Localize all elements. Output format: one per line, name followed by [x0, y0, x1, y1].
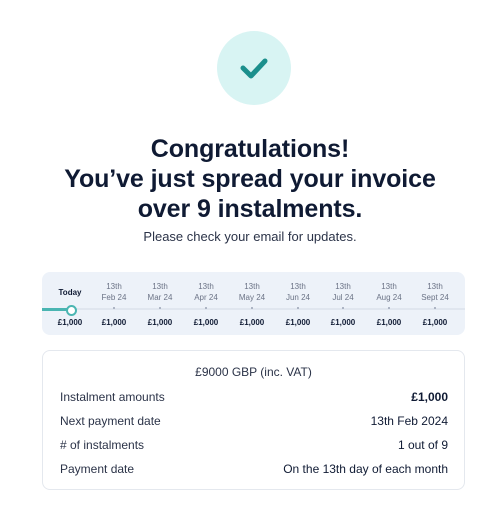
row-value: 13th Feb 2024 — [370, 414, 448, 428]
slot-day: 13th — [427, 282, 443, 291]
check-icon — [240, 58, 268, 79]
slot-day: 13th — [335, 282, 351, 291]
slot-day: 13th — [198, 282, 214, 291]
slot-amount: £1,000 — [330, 318, 356, 327]
slot-dot — [342, 307, 344, 309]
title-line-2: You’ve just spread your invoice — [64, 165, 436, 193]
row-label: Next payment date — [60, 414, 161, 428]
email-notice: Please check your email for updates. — [143, 229, 357, 244]
title-line-1: Congratulations! — [150, 135, 350, 163]
success-badge — [217, 31, 291, 105]
slot-day: 13th — [106, 282, 122, 291]
timeline-slot: 13th Mar 24 £1,000 — [135, 272, 185, 335]
payment-summary-card: £9000 GBP (inc. VAT) Instalment amounts … — [42, 350, 465, 490]
slot-amount: £1,000 — [101, 318, 127, 327]
slot-day: 13th — [152, 282, 168, 291]
timeline-slot: 13th Jun 24 £1,000 — [273, 272, 323, 335]
slot-amount: £1,000 — [193, 318, 219, 327]
row-value: 1 out of 9 — [397, 438, 448, 452]
slot-amount: £1,000 — [147, 318, 173, 327]
page-title: Congratulations! You’ve just spread your… — [0, 134, 500, 224]
summary-row-instalment-count: # of instalments 1 out of 9 — [60, 437, 448, 453]
slot-dot — [113, 307, 115, 309]
slot-dot — [159, 307, 161, 309]
slot-month: May 24 — [238, 293, 266, 302]
slot-month: Apr 24 — [194, 293, 218, 302]
slot-label: Today — [58, 288, 82, 297]
slot-day: 13th — [381, 282, 397, 291]
row-value: On the 13th day of each month — [283, 462, 448, 476]
row-label: # of instalments — [60, 438, 145, 452]
slot-month: Jul 24 — [332, 293, 354, 302]
slot-amount: £1,000 — [285, 318, 311, 327]
timeline-slot: 13th Feb 24 £1,000 — [89, 272, 139, 335]
row-label: Instalment amounts — [60, 390, 165, 404]
slot-dot — [297, 307, 299, 309]
invoice-total: £9000 GBP (inc. VAT) — [195, 365, 312, 379]
timeline-slot: 13th Apr 24 £1,000 — [181, 272, 231, 335]
slot-month: Mar 24 — [147, 293, 173, 302]
timeline-slot: 13th Aug 24 £1,000 — [364, 272, 414, 335]
slot-dot — [434, 307, 436, 309]
summary-row-instalment-amount: Instalment amounts £1,000 — [60, 389, 448, 405]
slot-day: 13th — [244, 282, 260, 291]
slot-amount: £1,000 — [422, 318, 448, 327]
slot-amount: £1,000 — [239, 318, 265, 327]
timeline-slot: 13th Sept 24 £1,000 — [410, 272, 460, 335]
slot-day: 13th — [290, 282, 306, 291]
slot-month: Jun 24 — [285, 293, 311, 302]
slot-amount: £1,000 — [376, 318, 402, 327]
slot-month: Aug 24 — [376, 293, 402, 302]
timeline-slot: 13th May 24 £1,000 — [227, 272, 277, 335]
slot-month: Feb 24 — [101, 293, 127, 302]
slot-month: Sept 24 — [421, 293, 449, 302]
slot-dot — [251, 307, 253, 309]
title-line-3: over 9 instalments. — [137, 195, 363, 223]
row-value: £1,000 — [411, 390, 448, 404]
timeline-slot-today: Today £1,000 — [45, 272, 95, 335]
timeline-slot: 13th Jul 24 £1,000 — [318, 272, 368, 335]
summary-row-next-payment: Next payment date 13th Feb 2024 — [60, 413, 448, 429]
slot-dot — [388, 307, 390, 309]
row-label: Payment date — [60, 462, 135, 476]
instalment-timeline: Today £1,000 13th Feb 24 £1,000 13th Mar 2… — [42, 272, 465, 335]
slot-amount: £1,000 — [57, 318, 83, 327]
summary-row-payment-date: Payment date On the 13th day of each mon… — [60, 461, 448, 477]
slot-dot — [205, 307, 207, 309]
